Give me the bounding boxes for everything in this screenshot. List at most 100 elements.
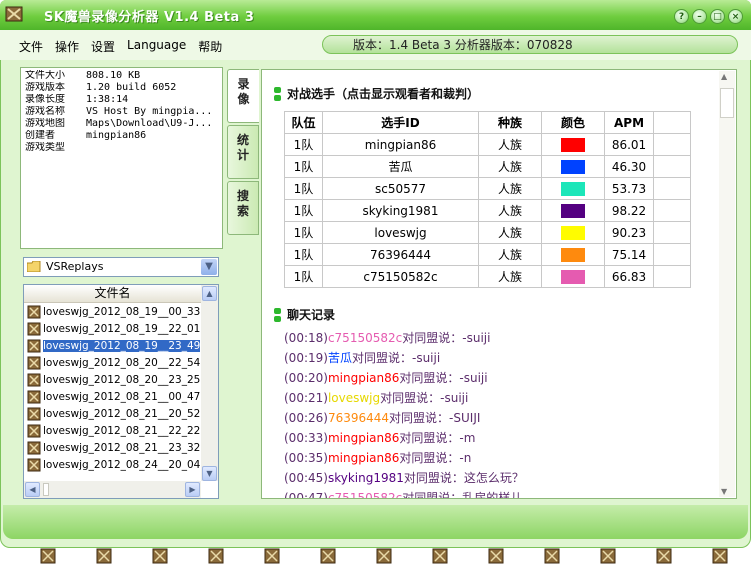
file-list-item[interactable]: loveswjg_2012_08_19__22_01_ bbox=[24, 320, 200, 337]
replay-file-icon bbox=[40, 548, 56, 564]
info-value bbox=[86, 142, 218, 154]
color-swatch bbox=[561, 137, 585, 152]
left-panel: 文件大小 808.10 KB 游戏版本 1.20 build 6052 录像长度 1:38… bbox=[20, 67, 223, 499]
scroll-down-icon[interactable]: ▼ bbox=[721, 487, 727, 496]
chevron-down-icon[interactable]: ▼ bbox=[201, 259, 217, 275]
file-list-vertical-scrollbar[interactable]: ▲ ▼ bbox=[201, 285, 218, 481]
player-color bbox=[541, 243, 605, 266]
tab-statistics-label: 统计 bbox=[236, 133, 249, 162]
file-list-item[interactable]: loveswjg_2012_08_21__00_47_ bbox=[24, 388, 200, 405]
chat-line: (00:19)苦瓜对同盟说：-suiji bbox=[284, 348, 524, 368]
menu-help[interactable]: 帮助 bbox=[198, 38, 222, 55]
player-team: 1队 bbox=[284, 199, 323, 222]
file-list-header[interactable]: 文件名 bbox=[24, 285, 201, 303]
tab-statistics[interactable]: 统计 bbox=[227, 125, 259, 179]
scroll-thumb[interactable] bbox=[43, 483, 49, 496]
chat-player: mingpian86 bbox=[327, 371, 400, 385]
info-row: 游戏版本 1.20 build 6052 bbox=[25, 82, 218, 94]
player-race: 人族 bbox=[478, 243, 542, 266]
player-team: 1队 bbox=[284, 155, 323, 178]
player-row[interactable]: 1队 c75150582c 人族 66.83 bbox=[284, 265, 691, 288]
info-value: VS Host By mingpia... bbox=[86, 106, 213, 117]
menu-file[interactable]: 文件 bbox=[19, 38, 43, 55]
side-tabs: 录像 统计 搜索 bbox=[227, 69, 261, 499]
folder-select[interactable]: VSReplays ▼ bbox=[23, 257, 219, 277]
player-apm: 53.73 bbox=[604, 177, 654, 200]
file-list-item[interactable]: loveswjg_2012_08_24__20_04_ bbox=[24, 456, 200, 473]
player-extra bbox=[653, 155, 691, 178]
menu-settings[interactable]: 设置 bbox=[91, 38, 115, 55]
player-apm: 75.14 bbox=[604, 243, 654, 266]
info-row: 游戏地图 Maps\Download\U9-J... bbox=[25, 118, 218, 130]
replay-file-icon bbox=[152, 548, 168, 564]
replay-file-icon bbox=[27, 441, 41, 454]
players-table-header: 队伍 选手ID 种族 颜色 APM bbox=[284, 111, 691, 134]
file-list-item[interactable]: loveswjg_2012_08_21__20_52_ bbox=[24, 405, 200, 422]
player-row[interactable]: 1队 76396444 人族 75.14 bbox=[284, 243, 691, 266]
file-list-item[interactable]: loveswjg_2012_08_21__23_32_ bbox=[24, 439, 200, 456]
chat-line: (00:18)c75150582c对同盟说：-suiji bbox=[284, 328, 524, 348]
file-name: loveswjg_2012_08_21__00_47_ bbox=[43, 390, 200, 403]
player-row[interactable]: 1队 sc50577 人族 53.73 bbox=[284, 177, 691, 200]
player-extra bbox=[653, 199, 691, 222]
tab-search[interactable]: 搜索 bbox=[227, 181, 259, 235]
player-apm: 66.83 bbox=[604, 265, 654, 288]
scroll-right-icon[interactable]: ▶ bbox=[185, 482, 200, 497]
player-id: skyking1981 bbox=[322, 199, 479, 222]
info-value: 1.20 build 6052 bbox=[86, 82, 177, 93]
player-id: 苦瓜 bbox=[322, 155, 479, 178]
info-value: Maps\Download\U9-J... bbox=[86, 118, 213, 129]
player-row[interactable]: 1队 mingpian86 人族 86.01 bbox=[284, 133, 691, 156]
version-box: 版本：1.4 Beta 3 分析器版本：070828 bbox=[322, 35, 738, 54]
scroll-up-icon[interactable]: ▲ bbox=[721, 72, 727, 81]
menu-operation[interactable]: 操作 bbox=[55, 38, 79, 55]
file-name: loveswjg_2012_08_19__23_49_ bbox=[43, 339, 200, 352]
chat-time: (00:21) bbox=[284, 391, 328, 405]
close-button[interactable]: × bbox=[728, 9, 743, 24]
player-race: 人族 bbox=[478, 265, 542, 288]
tab-replay-label: 录像 bbox=[237, 77, 250, 106]
file-list-item[interactable]: loveswjg_2012_08_20__23_25_ bbox=[24, 371, 200, 388]
replay-file-icon bbox=[320, 548, 336, 564]
scroll-down-icon[interactable]: ▼ bbox=[202, 466, 217, 481]
chat-player: 苦瓜 bbox=[327, 351, 352, 365]
player-apm: 46.30 bbox=[604, 155, 654, 178]
detail-vertical-scrollbar[interactable]: ▲ ▼ bbox=[719, 71, 735, 497]
player-row[interactable]: 1队 苦瓜 人族 46.30 bbox=[284, 155, 691, 178]
chat-channel: 对同盟说： bbox=[380, 391, 441, 405]
decoration-row bbox=[0, 548, 751, 564]
status-bar bbox=[3, 505, 748, 539]
scroll-up-icon[interactable]: ▲ bbox=[202, 286, 217, 301]
chat-line: (00:45)skyking1981对同盟说：这怎么玩？ bbox=[284, 468, 524, 488]
tab-replay[interactable]: 录像 bbox=[227, 69, 259, 123]
chat-line: (00:47)c75150582c对同盟说：乱房的样儿 bbox=[284, 488, 524, 499]
player-row[interactable]: 1队 skyking1981 人族 98.22 bbox=[284, 199, 691, 222]
chat-time: (00:47) bbox=[284, 491, 328, 499]
file-list: 文件名 loveswjg_2012_08_19__00_33_ loveswjg_… bbox=[23, 284, 219, 499]
menu-language[interactable]: Language bbox=[127, 38, 186, 55]
player-color bbox=[541, 221, 605, 244]
player-row[interactable]: 1队 loveswjg 人族 90.23 bbox=[284, 221, 691, 244]
file-list-horizontal-scrollbar[interactable]: ◀ ▶ bbox=[24, 481, 201, 498]
info-key: 创建者 bbox=[25, 130, 55, 141]
title-bar[interactable]: SK魔兽录像分析器 V1.4 Beta 3 ? – □ × bbox=[0, 0, 751, 30]
file-list-item[interactable]: loveswjg_2012_08_21__22_22_ bbox=[24, 422, 200, 439]
scroll-left-icon[interactable]: ◀ bbox=[25, 482, 40, 497]
player-team: 1队 bbox=[284, 177, 323, 200]
replay-file-icon bbox=[376, 548, 392, 564]
player-color bbox=[541, 265, 605, 288]
chat-line: (00:35)mingpian86对同盟说：-n bbox=[284, 448, 524, 468]
col-extra bbox=[653, 111, 691, 134]
help-window-button[interactable]: ? bbox=[674, 9, 689, 24]
file-list-item[interactable]: loveswjg_2012_08_19__00_33_ bbox=[24, 303, 200, 320]
info-row: 游戏类型 bbox=[25, 142, 218, 154]
file-list-item[interactable]: loveswjg_2012_08_20__22_54_ bbox=[24, 354, 200, 371]
minimize-button[interactable]: – bbox=[692, 9, 707, 24]
scroll-thumb[interactable] bbox=[720, 88, 734, 118]
maximize-button[interactable]: □ bbox=[710, 9, 725, 24]
player-id: c75150582c bbox=[322, 265, 479, 288]
replay-file-icon bbox=[656, 548, 672, 564]
player-team: 1队 bbox=[284, 221, 323, 244]
player-race: 人族 bbox=[478, 155, 542, 178]
file-list-item[interactable]: loveswjg_2012_08_19__23_49_ bbox=[24, 337, 200, 354]
